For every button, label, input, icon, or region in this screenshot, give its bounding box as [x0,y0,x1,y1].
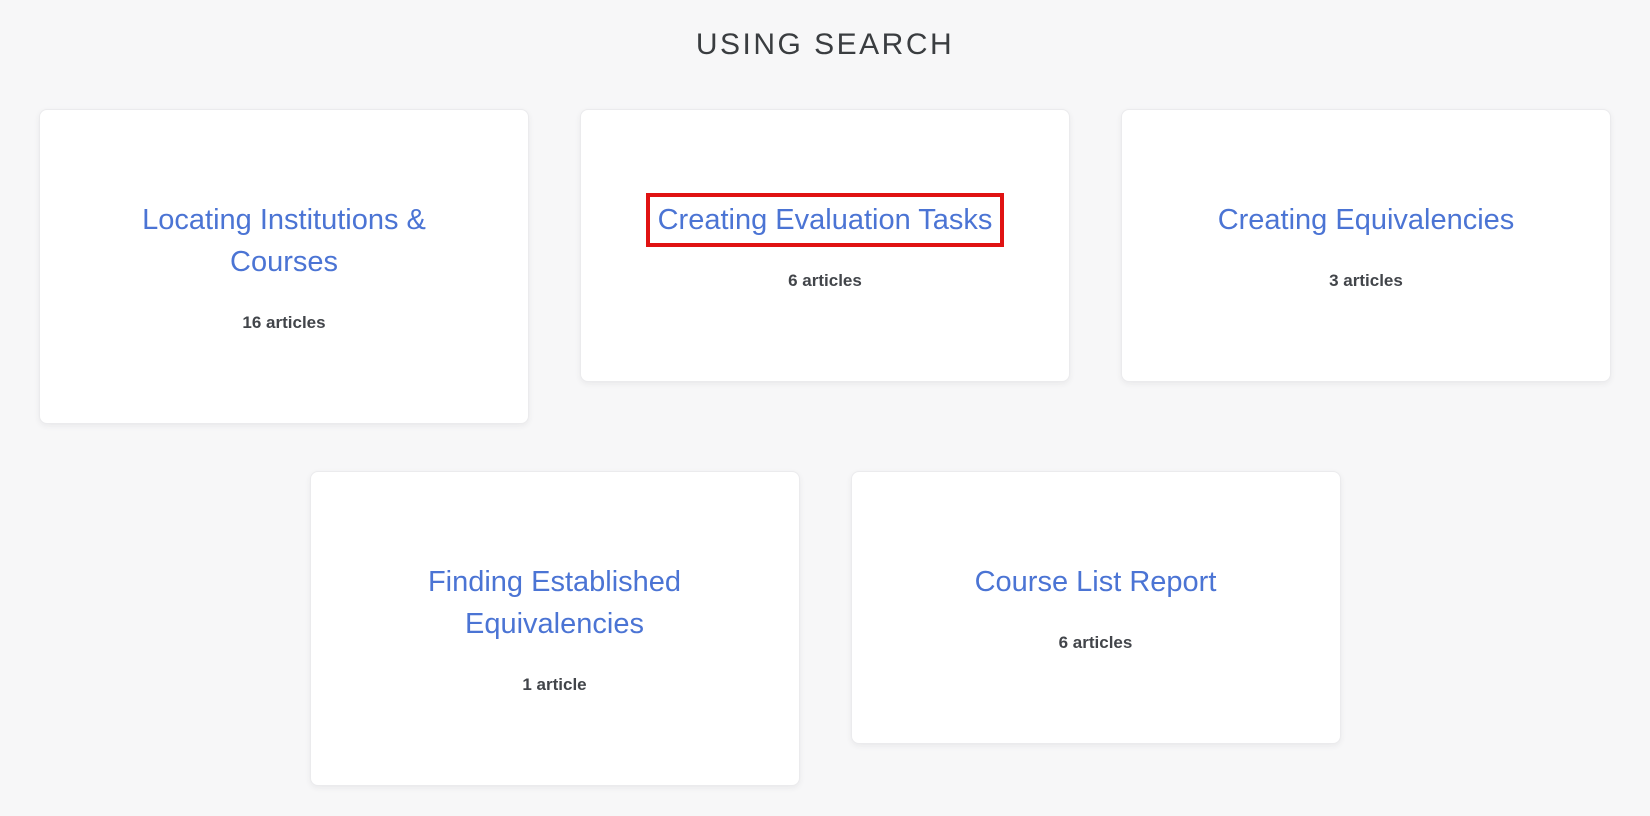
section-heading: USING SEARCH [695,28,955,61]
link-finding-established-equivalencies[interactable]: Finding Established Equivalencies [365,561,745,645]
collections-grid: Locating Institutions & Courses 16 artic… [0,109,1650,786]
card-row-1: Locating Institutions & Courses 16 artic… [0,109,1650,424]
link-creating-evaluation-tasks[interactable]: Creating Evaluation Tasks [658,199,993,241]
article-count: 3 articles [1329,271,1403,290]
link-locating-institutions-courses[interactable]: Locating Institutions & Courses [94,199,474,283]
card-locating-institutions-courses[interactable]: Locating Institutions & Courses 16 artic… [39,109,529,424]
card-row-2: Finding Established Equivalencies 1 arti… [0,471,1650,786]
article-count: 6 articles [1058,633,1133,652]
card-course-list-report[interactable]: Course List Report 6 articles [850,471,1341,744]
article-count: 1 article [522,675,587,694]
red-highlight-box: Creating Evaluation Tasks [645,193,1005,247]
card-creating-evaluation-tasks[interactable]: Creating Evaluation Tasks 6 articles [580,109,1070,382]
card-finding-established-equivalencies[interactable]: Finding Established Equivalencies 1 arti… [309,471,800,786]
card-creating-equivalencies[interactable]: Creating Equivalencies 3 articles [1121,109,1611,382]
article-count: 16 articles [242,313,326,332]
link-creating-equivalencies[interactable]: Creating Equivalencies [1176,199,1556,241]
article-count: 6 articles [788,271,862,290]
link-course-list-report[interactable]: Course List Report [906,561,1286,603]
